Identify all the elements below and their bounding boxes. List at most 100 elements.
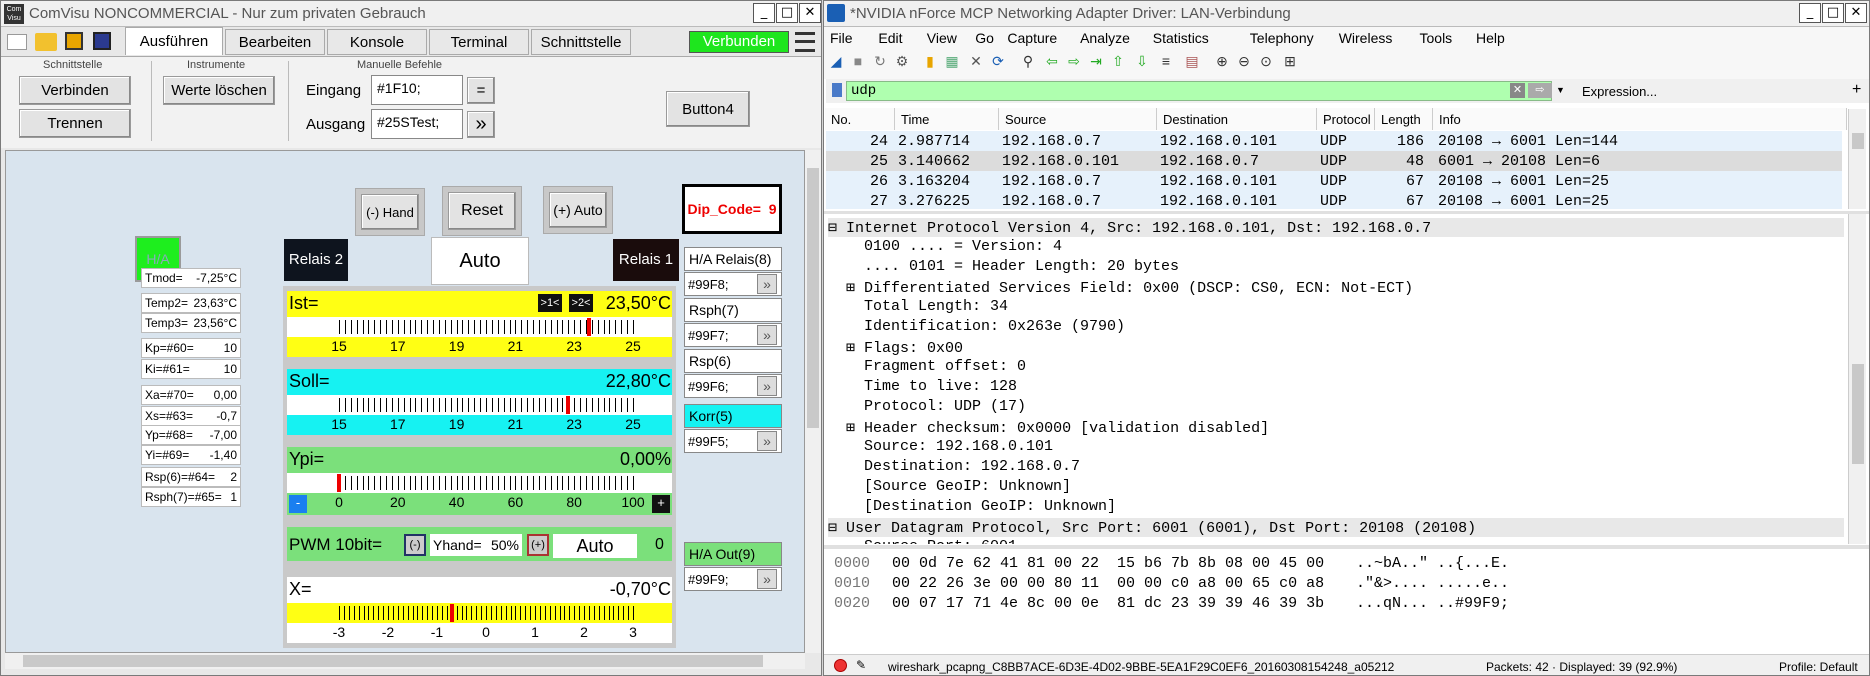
trennen-button[interactable]: Trennen (19, 109, 131, 138)
close-icon[interactable]: ✕ (1845, 3, 1867, 23)
menu-item[interactable]: Wireless (1339, 30, 1393, 46)
packet-row[interactable]: 25 3.140662 192.168.0.101 192.168.0.7 UDP 48 6… (826, 151, 1842, 171)
detail-line[interactable]: ⊟ User Datagram Protocol, Src Port: 6001… (828, 518, 1844, 537)
options-icon[interactable]: ⚙ (893, 52, 911, 70)
packet-list-scrollbar[interactable] (1848, 109, 1866, 209)
detail-line[interactable]: .... 0101 = Header Length: 20 bytes (828, 258, 1844, 275)
zoom-out-icon[interactable]: ⊖ (1235, 52, 1253, 70)
send-command-button-4[interactable]: » (757, 569, 777, 589)
zoom-reset-icon[interactable]: ⊙ (1257, 52, 1275, 70)
autoscroll-icon[interactable]: ≡ (1157, 52, 1175, 70)
detail-line[interactable]: 0100 .... = Version: 4 (828, 238, 1844, 255)
ausgang-input[interactable]: #25STest; (371, 109, 463, 139)
menu-item[interactable]: Help (1476, 30, 1505, 46)
column-header[interactable]: Protocol (1317, 108, 1375, 130)
button4[interactable]: Button4 (666, 91, 750, 127)
forward-icon[interactable]: ⇨ (1065, 52, 1083, 70)
packet-row[interactable]: 26 3.163204 192.168.0.7 192.168.0.101 UDP 67 2… (826, 171, 1842, 191)
werte-loeschen-button[interactable]: Werte löschen (163, 76, 275, 105)
edit-comment-icon[interactable]: ✎ (856, 658, 866, 672)
tab-ausfuehren[interactable]: Ausführen (125, 27, 223, 55)
open-folder-icon[interactable] (35, 33, 57, 51)
start-capture-icon[interactable]: ◢ (827, 52, 845, 70)
detail-line[interactable]: Source: 192.168.0.101 (828, 438, 1844, 455)
packet-details-scrollbar[interactable] (1848, 214, 1866, 544)
detail-line[interactable]: Total Length: 34 (828, 298, 1844, 315)
menu-item[interactable]: Telephony (1250, 30, 1314, 46)
tab-konsole[interactable]: Konsole (327, 29, 427, 55)
last-icon[interactable]: ⇩ (1133, 52, 1151, 70)
stop-capture-icon[interactable]: ■ (849, 52, 867, 70)
ausgang-send-button[interactable]: » (467, 111, 495, 138)
menu-item[interactable]: Tools (1420, 30, 1453, 46)
detail-line[interactable]: Fragment offset: 0 (828, 358, 1844, 375)
filter-dropdown-icon[interactable]: ▼ (1556, 83, 1568, 98)
packet-row[interactable]: 27 3.276225 192.168.0.7 192.168.0.101 UDP 67 2… (826, 191, 1842, 209)
save-file-icon[interactable]: ▦ (943, 52, 961, 70)
save-as-icon[interactable] (93, 32, 111, 50)
detail-line[interactable]: Source Port: 6001 (828, 538, 1844, 544)
menu-item[interactable]: Go (975, 30, 994, 46)
eingang-clear-button[interactable]: = (467, 77, 495, 104)
menu-item[interactable]: File (830, 30, 853, 46)
minimize-icon[interactable]: _ (1799, 3, 1821, 23)
detail-line[interactable]: ⊟ Internet Protocol Version 4, Src: 192.… (828, 218, 1844, 237)
tab-terminal[interactable]: Terminal (429, 29, 529, 55)
send-command-button-2[interactable]: » (757, 376, 777, 396)
new-file-icon[interactable] (7, 34, 27, 50)
close-file-icon[interactable]: ✕ (967, 52, 985, 70)
pwm-minus-button[interactable]: (-) (404, 534, 426, 556)
first-icon[interactable]: ⇧ (1109, 52, 1127, 70)
back-icon[interactable]: ⇦ (1043, 52, 1061, 70)
send-command-button-3[interactable]: » (757, 431, 777, 451)
zoom-in-icon[interactable]: ⊕ (1213, 52, 1231, 70)
hamburger-menu-icon[interactable] (795, 32, 815, 52)
filter-bookmark-icon[interactable] (832, 83, 842, 97)
detail-line[interactable]: ⊞ Differentiated Services Field: 0x00 (D… (828, 278, 1844, 297)
tab-bearbeiten[interactable]: Bearbeiten (225, 29, 325, 55)
verbinden-button[interactable]: Verbinden (19, 76, 131, 105)
detail-line[interactable]: Protocol: UDP (17) (828, 398, 1844, 415)
horizontal-scrollbar[interactable] (5, 653, 805, 669)
eingang-input[interactable]: #1F10; (371, 75, 463, 105)
menu-item[interactable]: Capture (1007, 30, 1057, 46)
save-icon[interactable] (65, 32, 83, 50)
ypi-plus-button[interactable]: + (652, 495, 670, 513)
find-icon[interactable]: ⚲ (1019, 52, 1037, 70)
column-header[interactable]: Length (1375, 108, 1433, 130)
detail-line[interactable]: [Destination GeoIP: Unknown] (828, 498, 1844, 515)
send-command-button-0[interactable]: » (757, 274, 777, 294)
colorize-icon[interactable]: ▤ (1183, 52, 1201, 70)
goto-icon[interactable]: ⇥ (1087, 52, 1105, 70)
menu-item[interactable]: View (927, 30, 957, 46)
hex-ascii[interactable]: ..~bA.." ..{...E. (1356, 555, 1509, 572)
resize-columns-icon[interactable]: ⊞ (1281, 52, 1299, 70)
detail-line[interactable]: [Source GeoIP: Unknown] (828, 478, 1844, 495)
auto-button[interactable]: (+) Auto (549, 192, 607, 228)
maximize-icon[interactable]: □ (1822, 3, 1844, 23)
maximize-icon[interactable]: □ (776, 3, 798, 23)
detail-line[interactable]: Identification: 0x263e (9790) (828, 318, 1844, 335)
reload-icon[interactable]: ⟳ (989, 52, 1007, 70)
restart-capture-icon[interactable]: ↻ (871, 52, 889, 70)
tab-schnittstelle[interactable]: Schnittstelle (531, 29, 631, 55)
vertical-scrollbar[interactable] (805, 150, 821, 653)
display-filter-input[interactable]: udp (846, 81, 1552, 101)
open-file-icon[interactable]: ▮ (921, 52, 939, 70)
profile-label[interactable]: Profile: Default (1779, 660, 1858, 674)
hex-bytes[interactable]: 00 22 26 3e 00 00 80 11 00 00 c0 a8 00 6… (892, 575, 1324, 592)
close-icon[interactable]: ✕ (799, 3, 821, 23)
detail-line[interactable]: ⊞ Flags: 0x00 (828, 338, 1844, 357)
hex-ascii[interactable]: ...qN... ..#99F9; (1356, 595, 1509, 612)
column-header[interactable]: Info (1433, 108, 1847, 130)
packet-row[interactable]: 24 2.987714 192.168.0.7 192.168.0.101 UDP 186… (826, 131, 1842, 151)
column-header[interactable]: Source (999, 108, 1157, 130)
hand-button[interactable]: (-) Hand (361, 194, 419, 230)
apply-filter-icon[interactable]: ⇨ (1528, 83, 1552, 98)
pwm-plus-button[interactable]: (+) (527, 534, 549, 556)
menu-item[interactable]: Analyze (1080, 30, 1130, 46)
hex-bytes[interactable]: 00 0d 7e 62 41 81 00 22 15 b6 7b 8b 08 0… (892, 555, 1324, 572)
column-header[interactable]: No. (825, 108, 895, 130)
menu-item[interactable]: Edit (878, 30, 902, 46)
minimize-icon[interactable]: _ (753, 3, 775, 23)
